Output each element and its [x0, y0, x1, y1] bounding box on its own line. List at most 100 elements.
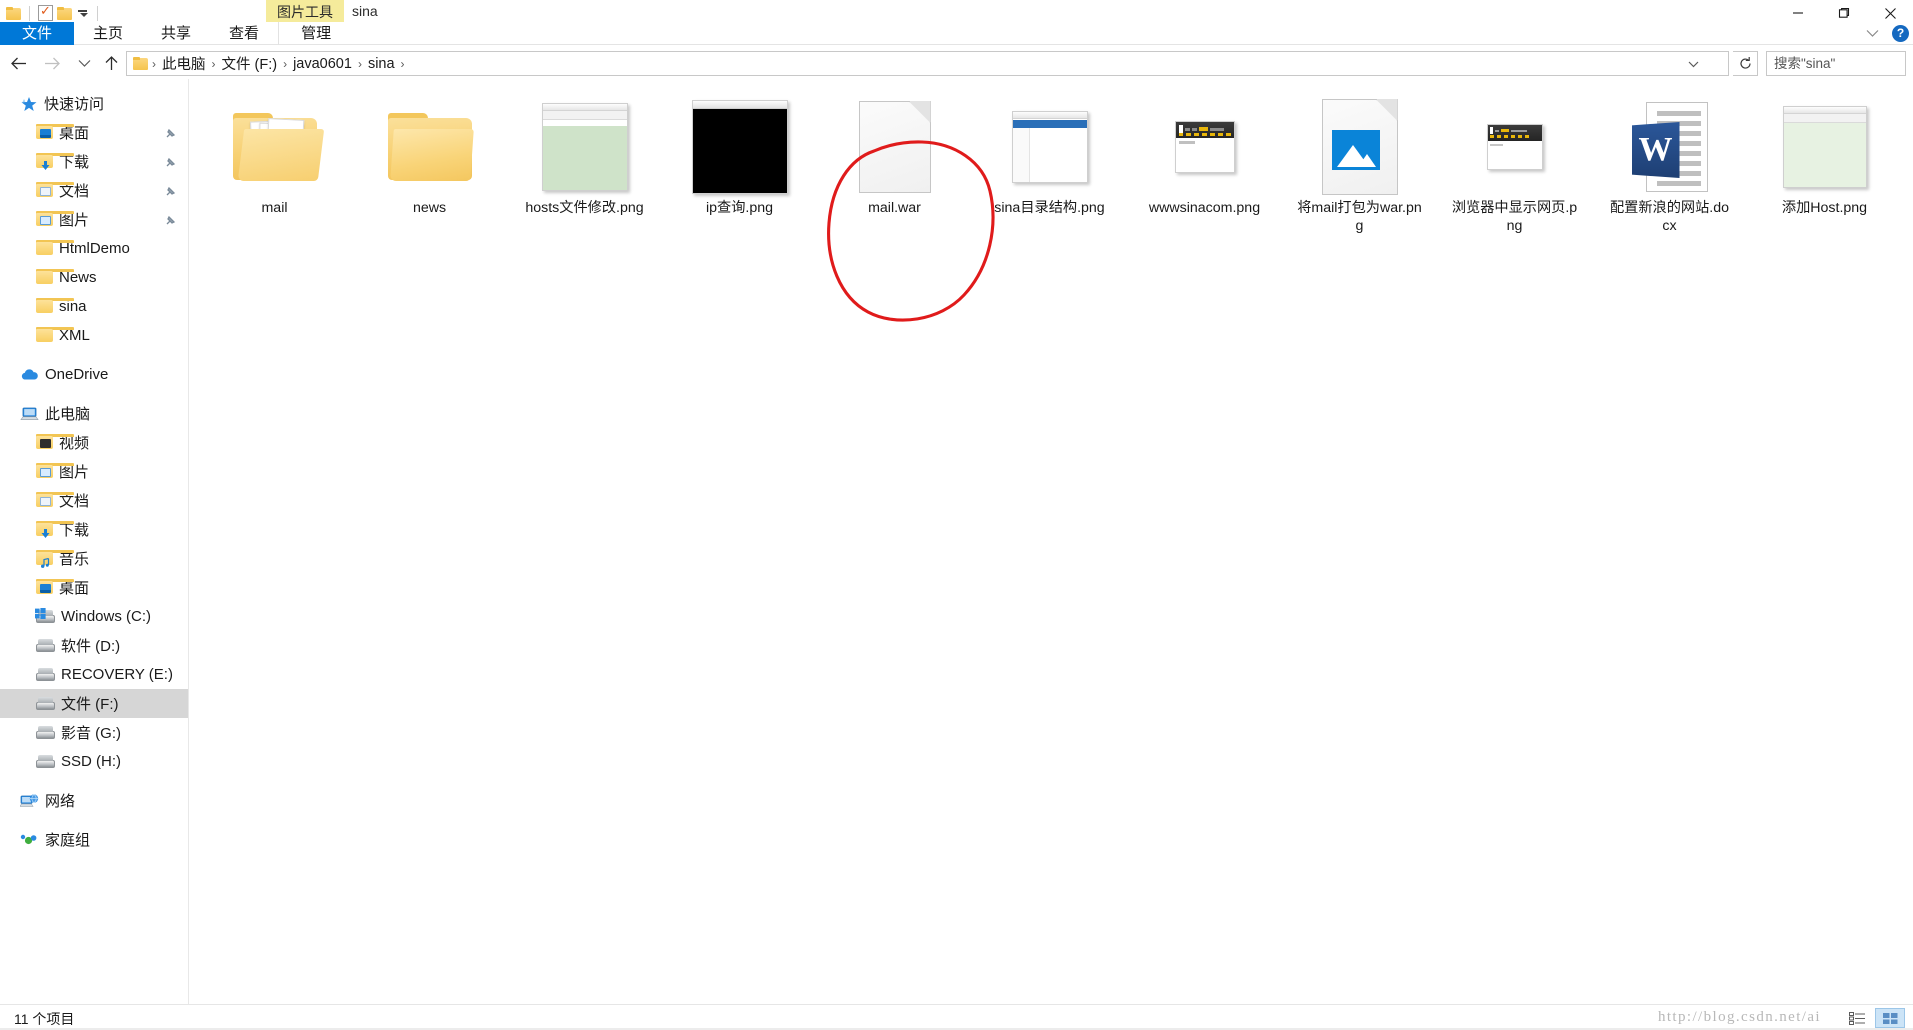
sidebar-item-videos[interactable]: 视频 — [0, 428, 188, 457]
details-view-icon[interactable] — [1842, 1008, 1872, 1028]
sidebar-item-downloads-pc[interactable]: 下载 — [0, 515, 188, 544]
breadcrumb-item-this-pc[interactable]: 此电脑 — [158, 53, 210, 74]
file-item-mail[interactable]: mail — [197, 93, 352, 245]
chevron-down-icon[interactable] — [1862, 24, 1882, 44]
sidebar-group-quick-access[interactable]: 快速访问 — [0, 89, 188, 118]
sidebar-item-documents[interactable]: 文档 — [0, 176, 188, 205]
folder-pictures-icon — [36, 463, 74, 479]
sidebar-item-label: SSD (H:) — [61, 753, 121, 770]
sidebar-item-label: 家庭组 — [45, 832, 91, 849]
sidebar-item-label: 网络 — [45, 793, 76, 810]
thumbnail-console-icon — [680, 97, 800, 197]
search-input[interactable] — [1774, 56, 1913, 71]
pin-icon[interactable] — [165, 213, 176, 230]
pin-icon[interactable] — [165, 126, 176, 143]
file-list-pane[interactable]: mail news hosts文件修改.png ip查询.png mail.wa… — [188, 79, 1913, 1004]
file-item-news[interactable]: news — [352, 93, 507, 245]
view-mode-buttons — [1842, 1008, 1905, 1028]
up-button[interactable] — [99, 51, 123, 75]
sidebar-item-desktop-pc[interactable]: 桌面 — [0, 573, 188, 602]
file-name: 添加Host.png — [1781, 200, 1868, 216]
refresh-button[interactable] — [1733, 51, 1758, 76]
drive-icon — [36, 696, 55, 711]
sidebar-item-drive-d[interactable]: 软件 (D:) — [0, 631, 188, 660]
folder-icon[interactable] — [6, 6, 21, 20]
thumbnail-code-icon — [1765, 97, 1885, 197]
folder-downloads-icon — [36, 153, 74, 170]
sidebar-item-pictures[interactable]: 图片 — [0, 205, 188, 234]
customize-qat-dropdown-icon[interactable] — [76, 6, 89, 20]
sidebar-item-drive-f[interactable]: 文件 (F:) — [0, 689, 188, 718]
file-name: 将mail打包为war.png — [1297, 200, 1422, 234]
sidebar-group-this-pc[interactable]: 此电脑 — [0, 399, 188, 428]
file-name: news — [412, 200, 447, 216]
file-name: ip查询.png — [705, 200, 774, 216]
thumbnail-website-small-icon — [1455, 97, 1575, 197]
folder-open-with-files-icon — [215, 97, 335, 197]
sidebar-item-music[interactable]: 音乐 — [0, 544, 188, 573]
search-box[interactable] — [1766, 51, 1913, 76]
file-name: mail — [261, 200, 288, 216]
sidebar-item-label: Windows (C:) — [61, 608, 152, 625]
sidebar-item-pictures-pc[interactable]: 图片 — [0, 457, 188, 486]
file-name: wwwsinacom.png — [1148, 200, 1261, 216]
breadcrumb-item-sina[interactable]: sina — [364, 56, 399, 72]
breadcrumb-dropdown-icon[interactable] — [1684, 56, 1702, 72]
sidebar-item-sina[interactable]: sina — [0, 292, 188, 321]
sidebar-item-drive-e[interactable]: RECOVERY (E:) — [0, 660, 188, 689]
pin-icon[interactable] — [165, 155, 176, 172]
back-button[interactable] — [7, 51, 31, 75]
sidebar-item-downloads[interactable]: 下载 — [0, 147, 188, 176]
breadcrumb-item-drive-f[interactable]: 文件 (F:) — [218, 53, 282, 74]
file-name: hosts文件修改.png — [525, 200, 644, 216]
sidebar-item-xml[interactable]: XML — [0, 321, 188, 350]
sidebar-group-label: 快速访问 — [44, 96, 105, 113]
file-item-wwwsinacom-png[interactable]: wwwsinacom.png — [1127, 93, 1282, 245]
sidebar-item-htmldemo[interactable]: HtmlDemo — [0, 234, 188, 263]
file-item-package-mail-war-png[interactable]: 将mail打包为war.png — [1282, 93, 1437, 245]
folder-documents-icon — [36, 182, 74, 198]
drive-icon — [36, 638, 55, 653]
ribbon-tab-strip: 文件 主页 共享 查看 管理 ? — [0, 22, 1913, 45]
breadcrumb-separator: › — [357, 56, 362, 71]
file-item-mail-war[interactable]: mail.war — [817, 93, 972, 245]
explorer-body: 快速访问 桌面 下载 文档 图片 HtmlDemo News sina XML … — [0, 79, 1913, 1004]
drive-windows-icon — [35, 608, 55, 624]
recent-locations-dropdown-icon[interactable] — [72, 51, 96, 75]
sidebar-item-network[interactable]: 网络 — [0, 786, 188, 815]
sidebar-item-homegroup[interactable]: 家庭组 — [0, 825, 188, 854]
tab-home[interactable]: 主页 — [74, 22, 142, 45]
sidebar-item-documents-pc[interactable]: 文档 — [0, 486, 188, 515]
sidebar-item-onedrive[interactable]: OneDrive — [0, 360, 188, 389]
breadcrumb-separator: › — [152, 56, 156, 71]
status-bar: 11 个项目 http://blog.csdn.net/ai — [0, 1004, 1913, 1030]
this-pc-icon — [20, 406, 39, 422]
sidebar-item-drive-g[interactable]: 影音 (G:) — [0, 718, 188, 747]
tab-view[interactable]: 查看 — [210, 22, 278, 45]
file-item-ip-query-png[interactable]: ip查询.png — [662, 93, 817, 245]
new-folder-icon[interactable] — [57, 6, 72, 20]
file-item-browser-page-png[interactable]: 浏览器中显示网页.png — [1437, 93, 1592, 245]
file-item-sina-site-docx[interactable]: W 配置新浪的网站.docx — [1592, 93, 1747, 245]
sidebar-item-news[interactable]: News — [0, 263, 188, 292]
breadcrumb-item-java0601[interactable]: java0601 — [289, 56, 356, 72]
sidebar-item-label: OneDrive — [45, 366, 109, 383]
sidebar-item-desktop[interactable]: 桌面 — [0, 118, 188, 147]
large-icons-view-icon[interactable] — [1875, 1008, 1905, 1028]
file-item-add-host-png[interactable]: 添加Host.png — [1747, 93, 1902, 245]
folder-icon — [36, 240, 74, 256]
file-item-sina-structure-png[interactable]: sina目录结构.png — [972, 93, 1127, 245]
tab-file[interactable]: 文件 — [0, 22, 75, 45]
file-item-hosts-png[interactable]: hosts文件修改.png — [507, 93, 662, 245]
sidebar-item-drive-c[interactable]: Windows (C:) — [0, 602, 188, 631]
properties-icon[interactable] — [38, 3, 53, 21]
sidebar-item-drive-h[interactable]: SSD (H:) — [0, 747, 188, 776]
forward-button[interactable] — [40, 51, 64, 75]
pin-icon[interactable] — [165, 184, 176, 201]
tab-share[interactable]: 共享 — [142, 22, 210, 45]
homegroup-icon — [20, 832, 39, 848]
help-button[interactable]: ? — [1892, 25, 1909, 42]
thumbnail-website-icon — [1145, 97, 1265, 197]
breadcrumb-bar[interactable]: › 此电脑 › 文件 (F:) › java0601 › sina › — [126, 51, 1729, 76]
tab-manage[interactable]: 管理 — [278, 22, 353, 45]
